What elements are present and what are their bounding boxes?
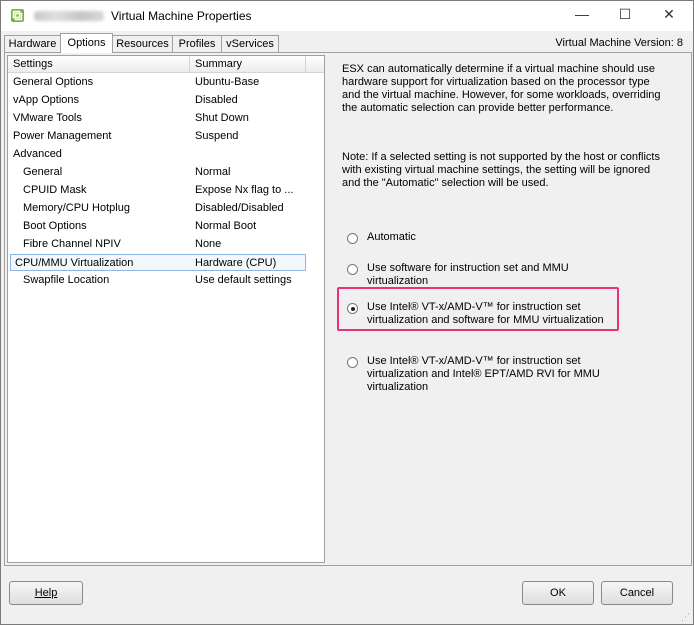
setting-summary: Ubuntu-Base <box>195 76 260 88</box>
minimize-icon[interactable]: — <box>569 4 595 24</box>
settings-list: Settings Summary General Options Ubuntu-… <box>7 55 325 563</box>
setting-summary: Normal <box>195 166 231 178</box>
column-header-summary[interactable]: Summary <box>191 56 306 72</box>
settings-row-cpu-mmu-virtualization[interactable]: CPU/MMU Virtualization Hardware (CPU) <box>10 254 306 271</box>
tab-profiles[interactable]: Profiles <box>172 35 222 53</box>
settings-row-vmware-tools[interactable]: VMware Tools Shut Down <box>8 110 324 127</box>
setting-name: VMware Tools <box>13 112 82 124</box>
setting-name: Swapfile Location <box>23 274 110 286</box>
note-text: Note: If a selected setting is not suppo… <box>342 151 660 189</box>
setting-summary: Use default settings <box>195 274 292 286</box>
window-title: Virtual Machine Properties <box>111 9 252 23</box>
tab-vservices[interactable]: vServices <box>221 35 279 53</box>
maximize-icon[interactable]: ☐ <box>612 4 638 24</box>
tab-options[interactable]: Options <box>60 33 113 53</box>
setting-summary: Shut Down <box>195 112 249 124</box>
radio-label: Use software for instruction set and MMU… <box>367 262 569 287</box>
setting-name: Advanced <box>13 148 62 160</box>
settings-row-advanced[interactable]: Advanced <box>8 146 324 163</box>
vm-version-label: Virtual Machine Version: 8 <box>555 37 683 49</box>
setting-summary: Disabled/Disabled <box>195 202 284 214</box>
cancel-button[interactable]: Cancel <box>601 581 673 605</box>
setting-name: Fibre Channel NPIV <box>23 238 121 250</box>
vm-properties-window: Virtual Machine Properties — ☐ ✕ Hardwar… <box>0 0 694 625</box>
setting-summary: Suspend <box>195 130 239 142</box>
settings-row-cpuid-mask[interactable]: CPUID Mask Expose Nx flag to ... <box>8 182 324 199</box>
setting-name: General <box>23 166 63 178</box>
settings-row-memory-cpu-hotplug[interactable]: Memory/CPU Hotplug Disabled/Disabled <box>8 200 324 217</box>
radio-button-selected[interactable] <box>347 303 358 314</box>
setting-name: General Options <box>13 76 94 88</box>
tab-resources[interactable]: Resources <box>112 35 173 53</box>
blurred-host-name <box>34 11 104 21</box>
setting-summary: Expose Nx flag to ... <box>195 184 294 196</box>
tab-strip: Hardware Options Resources Profiles vSer… <box>1 33 693 53</box>
radio-label: Automatic <box>367 231 416 243</box>
resize-grip-icon[interactable]: ⋰ <box>681 612 691 622</box>
settings-row-general-options[interactable]: General Options Ubuntu-Base <box>8 74 324 91</box>
tab-hardware[interactable]: Hardware <box>4 35 61 53</box>
setting-summary: None <box>195 238 222 250</box>
setting-summary: Disabled <box>195 94 238 106</box>
options-tab-panel: Settings Summary General Options Ubuntu-… <box>4 52 692 566</box>
setting-name: Memory/CPU Hotplug <box>23 202 130 214</box>
settings-row-advanced-general[interactable]: General Normal <box>8 164 324 181</box>
settings-row-power-management[interactable]: Power Management Suspend <box>8 128 324 145</box>
close-icon[interactable]: ✕ <box>656 4 682 24</box>
setting-name: vApp Options <box>13 94 80 106</box>
help-button-label: Help <box>34 587 58 599</box>
vmware-app-icon <box>11 9 24 22</box>
setting-summary: Normal Boot <box>195 220 257 232</box>
setting-name: Power Management <box>13 130 112 142</box>
radio-button[interactable] <box>347 233 358 244</box>
radio-label: Use Intel® VT-x/AMD-V™ for instruction s… <box>367 355 600 393</box>
radio-button[interactable] <box>347 357 358 368</box>
cpu-mmu-details-panel: ESX can automatically determine if a vir… <box>327 55 687 561</box>
help-button[interactable]: Help <box>9 581 83 605</box>
list-header: Settings Summary <box>8 56 324 73</box>
setting-name: Boot Options <box>23 220 87 232</box>
radio-button[interactable] <box>347 264 358 275</box>
setting-name: CPU/MMU Virtualization <box>15 257 134 269</box>
setting-name: CPUID Mask <box>23 184 87 196</box>
title-bar: Virtual Machine Properties — ☐ ✕ <box>1 1 693 31</box>
settings-row-vapp-options[interactable]: vApp Options Disabled <box>8 92 324 109</box>
settings-row-fibre-channel-npiv[interactable]: Fibre Channel NPIV None <box>8 236 324 253</box>
ok-button[interactable]: OK <box>522 581 594 605</box>
settings-row-swapfile-location[interactable]: Swapfile Location Use default settings <box>8 272 324 289</box>
radio-label: Use Intel® VT-x/AMD-V™ for instruction s… <box>367 301 604 326</box>
description-text: ESX can automatically determine if a vir… <box>342 63 661 114</box>
settings-row-boot-options[interactable]: Boot Options Normal Boot <box>8 218 324 235</box>
column-header-settings[interactable]: Settings <box>8 56 190 72</box>
setting-summary: Hardware (CPU) <box>195 257 277 269</box>
